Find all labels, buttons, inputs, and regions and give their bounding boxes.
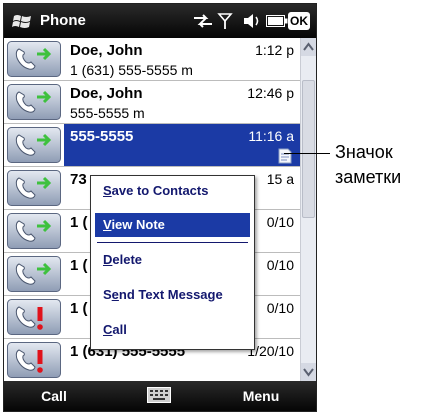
call-time: 0/10	[266, 300, 294, 316]
call-button[interactable]	[7, 170, 61, 206]
speaker-icon[interactable]	[242, 12, 262, 30]
contact-name: 1 (	[70, 300, 88, 317]
scrollbar[interactable]	[300, 38, 316, 381]
windows-flag-icon[interactable]	[12, 13, 32, 29]
callout-line1: Значок	[335, 142, 393, 162]
contact-name: 1 (	[70, 214, 88, 231]
callout-label: Значок заметки	[335, 140, 424, 190]
menu-item-save-to-contacts[interactable]: Save to Contacts	[95, 179, 250, 203]
callout-line	[284, 153, 330, 154]
callout-line2: заметки	[335, 167, 402, 187]
chevron-up-icon	[303, 42, 314, 51]
menu-item-view-note[interactable]: View Note	[95, 213, 250, 237]
softkey-bar: Call Menu	[4, 381, 316, 411]
call-time: 15 a	[266, 171, 294, 187]
context-menu: Save to Contacts View Note Delete Send T…	[90, 175, 255, 350]
title-bar: Phone OK	[4, 4, 316, 38]
contact-name: 73	[70, 171, 87, 188]
ok-button[interactable]: OK	[288, 12, 310, 30]
signal-icon[interactable]	[217, 12, 233, 30]
app-title: Phone	[40, 12, 86, 29]
outgoing-call-icon	[7, 213, 61, 249]
call-time: 0/10	[266, 214, 294, 230]
phone-screen: Phone OK Doe, John 1 (631) 555-5555 m 1:…	[3, 3, 317, 412]
contact-name: Doe, John	[70, 42, 143, 59]
battery-icon[interactable]	[266, 15, 288, 27]
outgoing-call-icon	[7, 127, 61, 163]
softkey-menu[interactable]: Menu	[206, 381, 316, 411]
call-button[interactable]	[7, 342, 61, 378]
outgoing-call-icon	[7, 84, 61, 120]
call-entry[interactable]: Doe, John 555-5555 m 12:46 p	[64, 81, 300, 123]
softkey-call[interactable]: Call	[4, 381, 104, 411]
menu-item-call[interactable]: Call	[95, 318, 250, 342]
call-time: 1:12 p	[255, 42, 294, 58]
call-entry[interactable]: Doe, John 1 (631) 555-5555 m 1:12 p	[64, 38, 300, 80]
call-log-row[interactable]: Doe, John 555-5555 m 12:46 p	[4, 81, 300, 124]
call-time: 11:16 a	[248, 128, 294, 144]
call-log-row[interactable]: Doe, John 1 (631) 555-5555 m 1:12 p	[4, 38, 300, 81]
contact-name: 555-5555	[70, 128, 134, 145]
scroll-thumb[interactable]	[302, 80, 315, 218]
call-button[interactable]	[7, 127, 61, 163]
call-button[interactable]	[7, 41, 61, 77]
call-entry[interactable]: 555-5555 11:16 a	[64, 124, 300, 166]
outgoing-call-icon	[7, 170, 61, 206]
call-button[interactable]	[7, 299, 61, 335]
call-time: 12:46 p	[247, 85, 294, 101]
menu-item-send-text-message[interactable]: Send Text Message	[95, 283, 250, 307]
menu-separator	[97, 242, 248, 243]
contact-name: 1 (	[70, 257, 88, 274]
call-button[interactable]	[7, 84, 61, 120]
missed-call-icon	[7, 299, 61, 335]
outgoing-call-icon	[7, 256, 61, 292]
chevron-down-icon	[303, 368, 314, 377]
scroll-up-arrow[interactable]	[301, 38, 316, 56]
phone-number: 1 (631) 555-5555 m	[70, 62, 193, 78]
contact-name: Doe, John	[70, 85, 143, 102]
keyboard-icon[interactable]	[147, 387, 171, 403]
data-connection-icon	[194, 14, 212, 28]
note-icon[interactable]	[278, 148, 292, 164]
phone-number: 555-5555 m	[70, 105, 145, 121]
call-button[interactable]	[7, 213, 61, 249]
missed-call-icon	[7, 342, 61, 378]
call-button[interactable]	[7, 256, 61, 292]
call-log-row[interactable]: 555-5555 11:16 a	[4, 124, 300, 167]
outgoing-call-icon	[7, 41, 61, 77]
scroll-down-arrow[interactable]	[301, 363, 316, 381]
menu-item-delete[interactable]: Delete	[95, 248, 250, 272]
call-time: 0/10	[266, 257, 294, 273]
